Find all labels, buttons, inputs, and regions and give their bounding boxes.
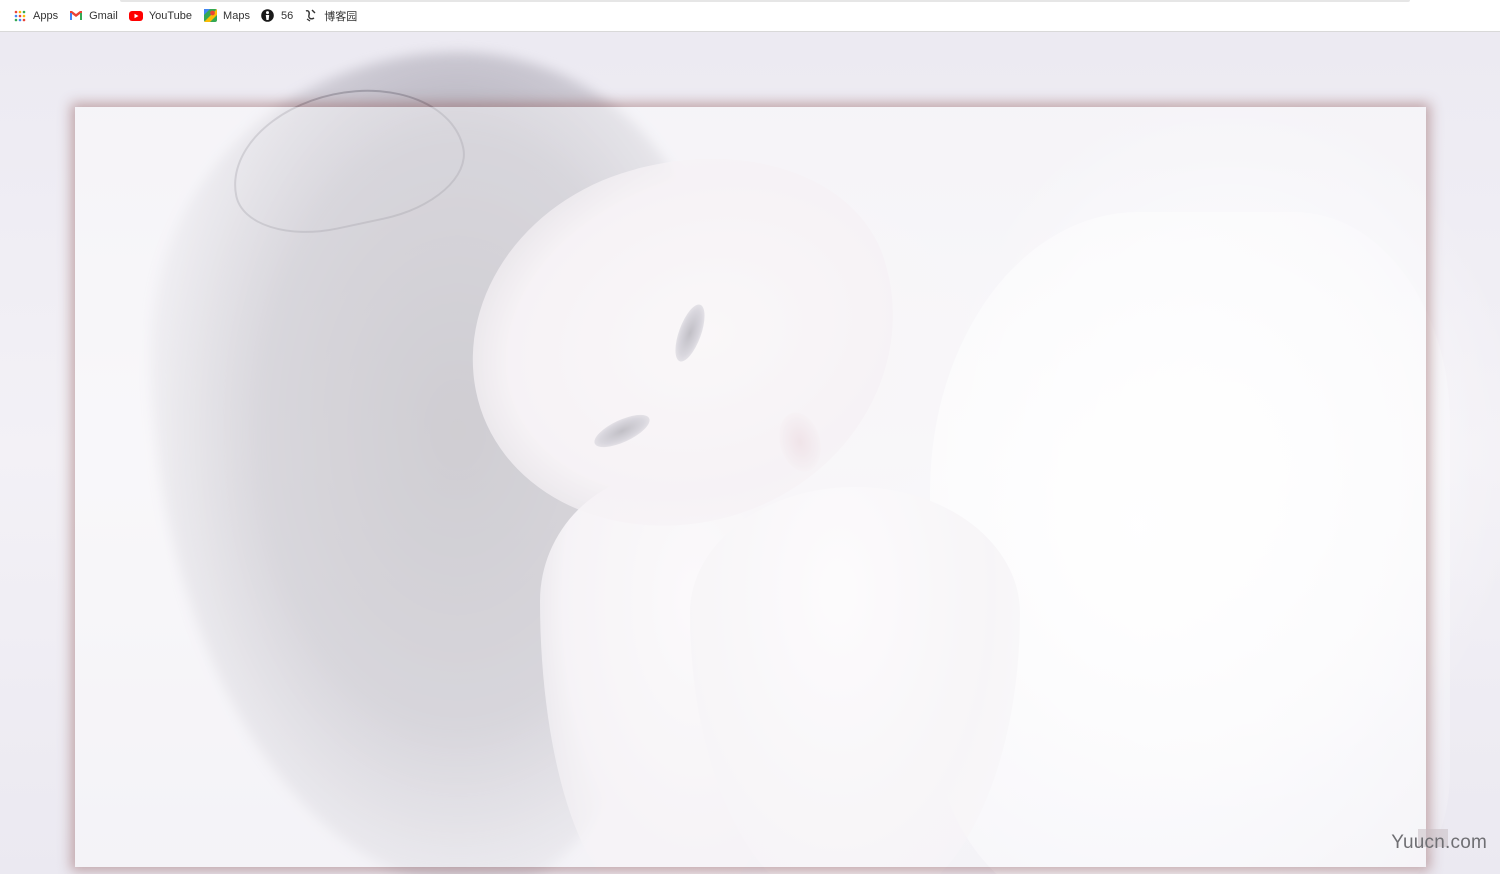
site-56-icon: [261, 9, 275, 23]
bookmarks-bar: Apps Gmail YouTube Maps 56 博客园: [0, 0, 1500, 32]
bookmark-maps[interactable]: Maps: [201, 4, 257, 28]
bookmark-label: 博客园: [324, 10, 358, 23]
bookmark-youtube[interactable]: YouTube: [127, 4, 199, 28]
cnblogs-icon: [304, 9, 318, 23]
bookmark-label: Apps: [33, 9, 59, 22]
background-photo: Yuucn.com: [0, 32, 1500, 874]
bookmark-label: Gmail: [89, 9, 118, 22]
bookmark-56[interactable]: 56: [259, 4, 300, 28]
bookmark-label: 56: [280, 9, 294, 22]
bookmark-apps[interactable]: Apps: [11, 4, 65, 28]
apps-grid-icon: [13, 9, 27, 23]
bookmark-cnblogs[interactable]: 博客园: [302, 4, 364, 28]
frosted-content-frame: [75, 107, 1426, 867]
youtube-icon: [128, 9, 143, 23]
bookmark-label: Maps: [223, 9, 250, 22]
maps-icon: [203, 9, 217, 23]
bookmark-gmail[interactable]: Gmail: [67, 4, 125, 28]
bookmark-label: YouTube: [148, 9, 193, 22]
gmail-icon: [69, 9, 83, 23]
watermark-text: Yuucn.com: [1391, 832, 1487, 853]
